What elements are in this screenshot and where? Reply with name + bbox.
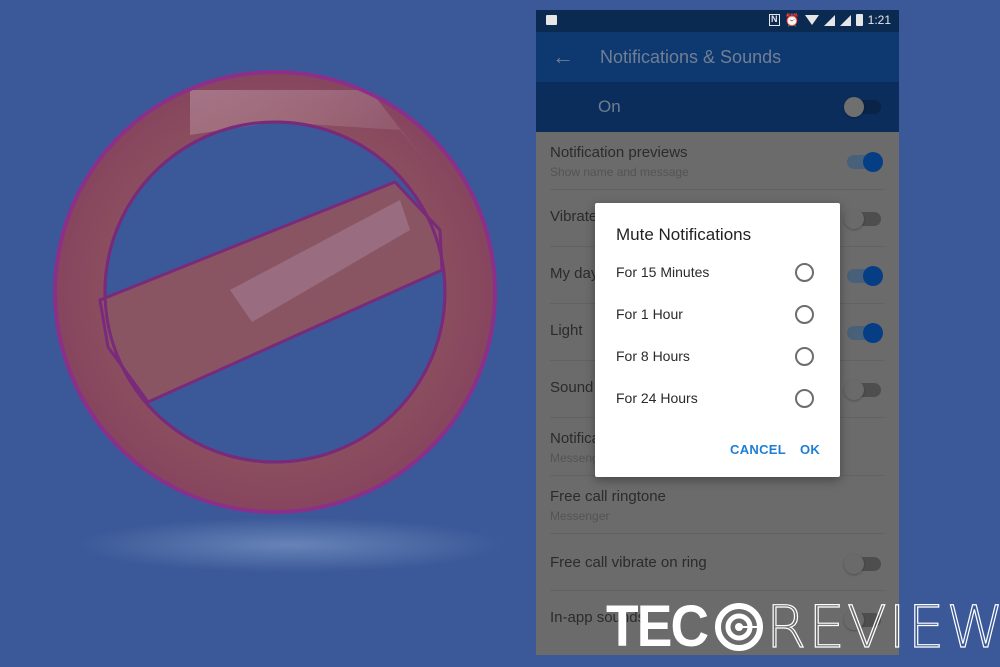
setting-subtitle: Messenger	[550, 509, 610, 523]
alarm-icon: ⏰	[784, 13, 800, 27]
option-24-hours[interactable]: For 24 Hours	[595, 378, 840, 420]
mute-notifications-dialog: Mute Notifications For 15 Minutes For 1 …	[595, 203, 840, 477]
setting-title: Vibrate	[550, 208, 598, 225]
wifi-icon	[804, 15, 819, 25]
setting-title: Free call ringtone	[550, 488, 666, 505]
radio-button[interactable]	[795, 263, 814, 282]
cancel-button[interactable]: CANCEL	[730, 442, 786, 457]
setting-notification-previews[interactable]: Notification previews Show name and mess…	[550, 132, 885, 190]
status-time: 1:21	[867, 13, 891, 27]
setting-title: Sound	[550, 379, 594, 396]
battery-charging-icon	[855, 14, 863, 26]
option-label: For 8 Hours	[616, 348, 690, 364]
status-bar: N ⏰ 1:21	[536, 10, 899, 32]
target-icon	[715, 603, 763, 651]
app-bar: ← Notifications & Sounds	[536, 32, 899, 82]
image-icon	[546, 15, 557, 25]
master-toggle[interactable]	[844, 97, 881, 117]
watermark-part1: TEC	[606, 594, 709, 659]
master-toggle-label: On	[598, 97, 621, 116]
radio-button[interactable]	[795, 389, 814, 408]
prohibited-sign-icon	[53, 70, 497, 514]
radio-button[interactable]	[795, 305, 814, 324]
radio-button[interactable]	[795, 347, 814, 366]
watermark-part2: REVIEWS	[765, 593, 1000, 661]
dialog-title: Mute Notifications	[616, 225, 752, 244]
my-day-toggle[interactable]	[847, 266, 883, 286]
ok-button[interactable]: OK	[800, 442, 820, 457]
vibrate-toggle[interactable]	[844, 209, 881, 229]
option-1-hour[interactable]: For 1 Hour	[595, 294, 840, 336]
option-8-hours[interactable]: For 8 Hours	[595, 336, 840, 378]
light-toggle[interactable]	[847, 323, 883, 343]
setting-free-call-vibrate[interactable]: Free call vibrate on ring	[550, 534, 885, 591]
option-label: For 1 Hour	[616, 306, 683, 322]
option-label: For 15 Minutes	[616, 264, 710, 280]
setting-title: Free call vibrate on ring	[550, 554, 707, 571]
setting-free-call-ringtone[interactable]: Free call ringtone Messenger	[550, 476, 885, 534]
notification-previews-toggle[interactable]	[847, 152, 883, 172]
option-label: For 24 Hours	[616, 390, 698, 406]
tecoreviews-watermark: TEC REVIEWS	[606, 593, 1000, 661]
option-15-minutes[interactable]: For 15 Minutes	[595, 252, 840, 294]
back-arrow-icon[interactable]: ←	[552, 44, 574, 70]
master-toggle-row[interactable]: On	[536, 82, 899, 132]
nfc-icon: N	[768, 14, 780, 26]
free-call-vibrate-toggle[interactable]	[844, 554, 881, 574]
page-title: Notifications & Sounds	[600, 47, 782, 67]
setting-title: Notification previews	[550, 144, 688, 161]
setting-subtitle: Show name and message	[550, 165, 689, 179]
setting-title: My day	[550, 265, 599, 282]
signal-icon	[839, 14, 851, 26]
signal-icon	[823, 14, 835, 26]
sound-toggle[interactable]	[844, 380, 881, 400]
setting-title: Light	[550, 322, 583, 339]
